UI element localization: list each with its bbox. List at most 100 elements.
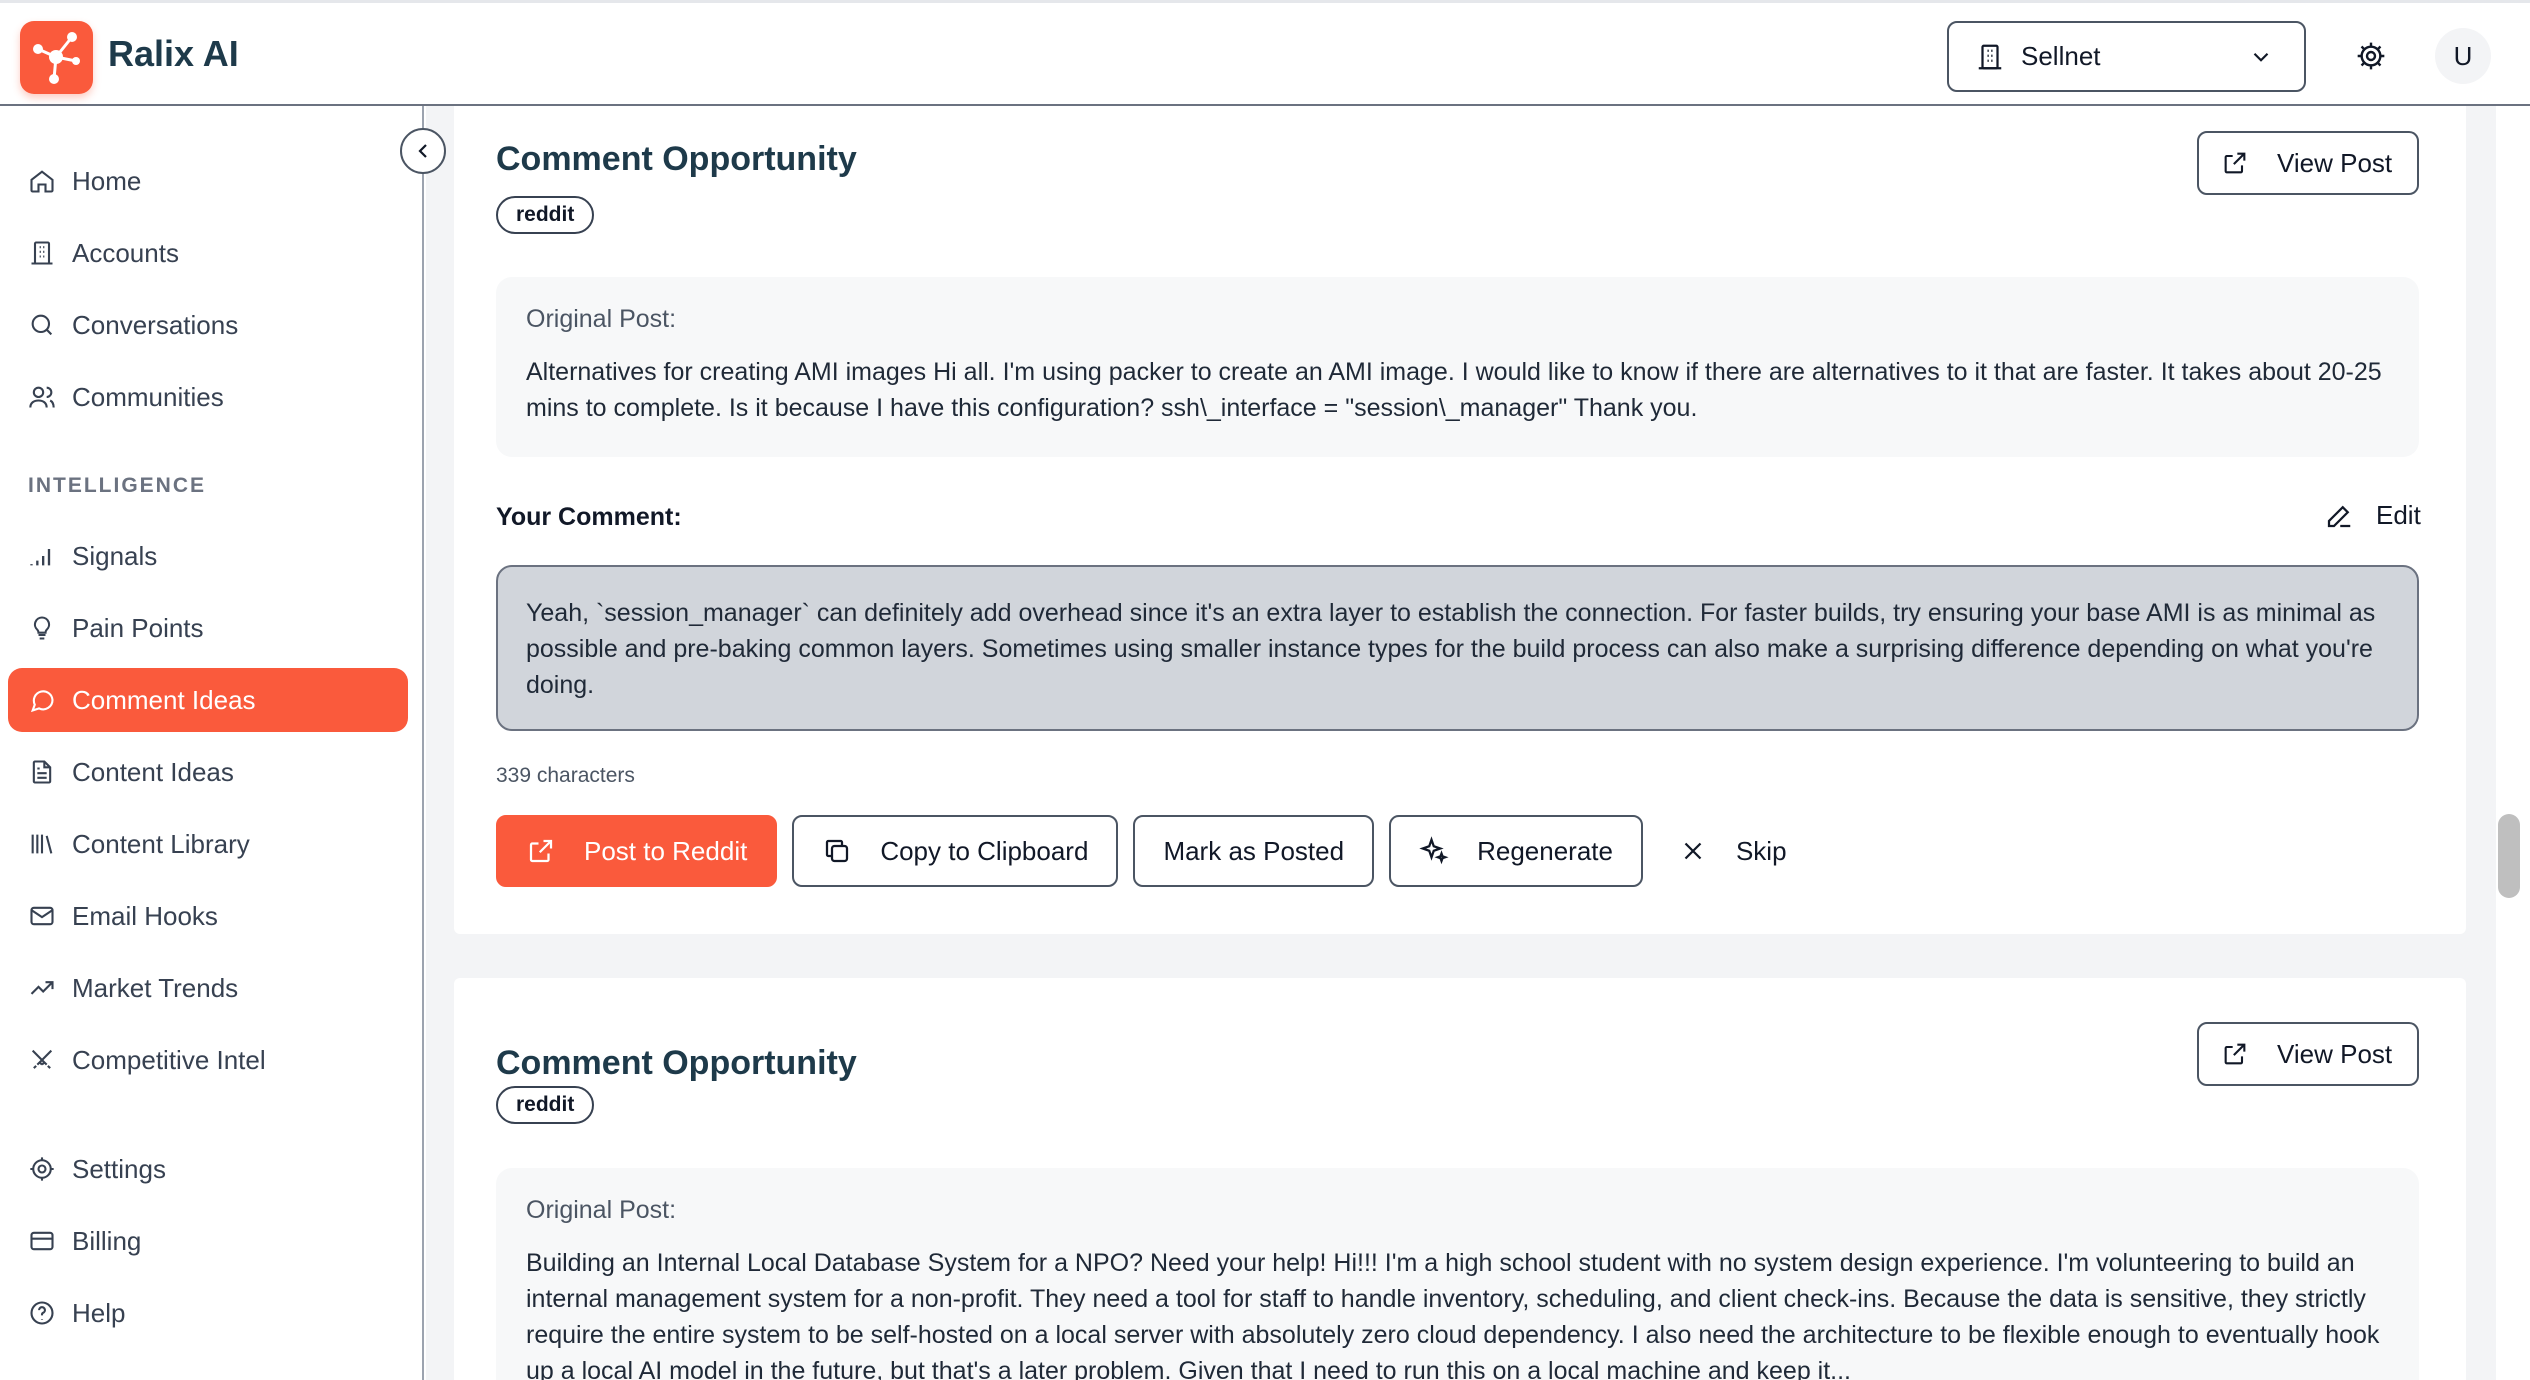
sidebar-item-label: Accounts bbox=[72, 237, 179, 268]
comment-opportunity-card: Comment Opportunity reddit View Post Ori… bbox=[454, 106, 2466, 934]
sidebar-item-label: Signals bbox=[72, 540, 158, 571]
edit-comment-button[interactable]: Edit bbox=[2324, 500, 2421, 531]
regenerate-label: Regenerate bbox=[1477, 835, 1613, 866]
original-post-box: Original Post: Building an Internal Loca… bbox=[496, 1168, 2419, 1380]
sidebar-item-signals[interactable]: Signals bbox=[8, 524, 408, 588]
scrollbar-track[interactable] bbox=[2496, 106, 2530, 1380]
file-text-icon bbox=[32, 760, 52, 784]
edit-label: Edit bbox=[2376, 500, 2421, 530]
card-title: Comment Opportunity bbox=[496, 1044, 857, 1082]
view-post-label: View Post bbox=[2277, 1038, 2393, 1069]
skip-label: Skip bbox=[1735, 835, 1787, 866]
credit-card-icon bbox=[30, 1231, 54, 1251]
post-to-reddit-label: Post to Reddit bbox=[584, 835, 748, 866]
lightbulb-icon bbox=[33, 616, 51, 640]
sidebar-item-communities[interactable]: Communities bbox=[8, 365, 408, 429]
sidebar-item-settings[interactable]: Settings bbox=[8, 1137, 408, 1201]
pencil-icon bbox=[2327, 505, 2351, 527]
external-link-icon bbox=[2224, 152, 2246, 174]
sidebar-item-conversations[interactable]: Conversations bbox=[8, 293, 408, 357]
comment-opportunity-card: Comment Opportunity reddit View Post Ori… bbox=[454, 978, 2466, 1380]
trending-up-icon bbox=[30, 981, 54, 995]
gear-icon bbox=[30, 1157, 54, 1181]
collapse-sidebar-button[interactable] bbox=[400, 128, 446, 174]
app-logo[interactable] bbox=[20, 21, 93, 94]
sidebar: Home Accounts Conversations Communities … bbox=[0, 106, 424, 1380]
sidebar-item-help[interactable]: Help bbox=[8, 1281, 408, 1345]
home-icon bbox=[30, 170, 54, 193]
app-root: Ralix AI Sellnet U Home Accounts Convers… bbox=[0, 0, 2530, 1380]
card-actions: Post to Reddit Copy to Clipboard Mark as… bbox=[496, 815, 1832, 887]
sidebar-item-pain-points[interactable]: Pain Points bbox=[8, 596, 408, 660]
users-icon bbox=[29, 386, 55, 408]
sidebar-item-comment-ideas[interactable]: Comment Ideas bbox=[8, 668, 408, 732]
chevron-left-icon bbox=[418, 144, 427, 158]
view-post-button[interactable]: View Post bbox=[2197, 1022, 2419, 1086]
sidebar-item-label: Market Trends bbox=[72, 972, 239, 1003]
main-content: Comment Opportunity reddit View Post Ori… bbox=[426, 106, 2496, 1380]
sidebar-item-label: Conversations bbox=[72, 309, 239, 340]
regenerate-button[interactable]: Regenerate bbox=[1389, 815, 1643, 887]
message-circle-icon bbox=[30, 690, 54, 713]
workspace-selector[interactable]: Sellnet bbox=[1947, 21, 2306, 92]
sidebar-item-competitive-intel[interactable]: Competitive Intel bbox=[8, 1028, 408, 1092]
sidebar-item-billing[interactable]: Billing bbox=[8, 1209, 408, 1273]
character-count: 339 characters bbox=[496, 764, 635, 787]
mark-as-posted-button[interactable]: Mark as Posted bbox=[1133, 815, 1375, 887]
chevron-down-icon bbox=[2253, 52, 2269, 62]
view-post-label: View Post bbox=[2277, 147, 2393, 178]
original-post-box: Original Post: Alternatives for creating… bbox=[496, 277, 2419, 457]
mark-as-posted-label: Mark as Posted bbox=[1163, 835, 1345, 866]
sidebar-item-home[interactable]: Home bbox=[8, 149, 408, 213]
platform-tag: reddit bbox=[496, 1086, 595, 1124]
sidebar-item-label: Billing bbox=[72, 1225, 142, 1256]
search-icon bbox=[31, 314, 53, 336]
close-icon bbox=[1684, 842, 1702, 860]
building-icon bbox=[1978, 44, 2002, 69]
original-post-text: Alternatives for creating AMI images Hi … bbox=[526, 358, 2382, 422]
app-name: Ralix AI bbox=[108, 33, 239, 74]
network-logo-icon bbox=[33, 32, 80, 84]
scrollbar-thumb[interactable] bbox=[2498, 814, 2520, 898]
mail-icon bbox=[30, 906, 54, 926]
sidebar-item-label: Pain Points bbox=[72, 612, 204, 643]
sparkles-icon bbox=[1419, 836, 1449, 865]
sidebar-item-label: Communities bbox=[72, 381, 224, 412]
sidebar-item-label: Help bbox=[72, 1297, 126, 1328]
library-icon bbox=[31, 834, 53, 854]
sidebar-item-label: Email Hooks bbox=[72, 900, 218, 931]
external-link-icon bbox=[529, 839, 553, 863]
original-post-label: Original Post: bbox=[526, 305, 677, 333]
copy-to-clipboard-label: Copy to Clipboard bbox=[880, 835, 1089, 866]
sidebar-item-accounts[interactable]: Accounts bbox=[8, 221, 408, 285]
external-link-icon bbox=[2224, 1043, 2246, 1065]
view-post-button[interactable]: View Post bbox=[2197, 131, 2419, 195]
sidebar-item-label: Comment Ideas bbox=[72, 684, 256, 715]
sidebar-item-market-trends[interactable]: Market Trends bbox=[8, 956, 408, 1020]
workspace-name: Sellnet bbox=[2021, 41, 2101, 71]
sidebar-item-label: Home bbox=[72, 165, 142, 196]
card-title: Comment Opportunity bbox=[496, 140, 857, 178]
sidebar-item-email-hooks[interactable]: Email Hooks bbox=[8, 884, 408, 948]
signal-bars-icon bbox=[30, 549, 51, 566]
settings-button[interactable] bbox=[2352, 37, 2390, 75]
sidebar-item-content-library[interactable]: Content Library bbox=[8, 812, 408, 876]
section-label-intelligence: INTELLIGENCE bbox=[28, 474, 207, 497]
building-icon bbox=[31, 241, 53, 265]
comment-text-box[interactable]: Yeah, `session_manager` can definitely a… bbox=[496, 565, 2419, 731]
user-avatar[interactable]: U bbox=[2435, 28, 2491, 84]
skip-button[interactable]: Skip bbox=[1658, 815, 1817, 887]
your-comment-label: Your Comment: bbox=[496, 503, 682, 531]
sidebar-item-label: Content Library bbox=[72, 828, 250, 859]
sidebar-item-content-ideas[interactable]: Content Ideas bbox=[8, 740, 408, 804]
original-post-label: Original Post: bbox=[526, 1196, 677, 1224]
platform-tag: reddit bbox=[496, 196, 595, 234]
copy-to-clipboard-button[interactable]: Copy to Clipboard bbox=[792, 815, 1119, 887]
original-post-text: Building an Internal Local Database Syst… bbox=[526, 1249, 2380, 1380]
sidebar-item-label: Competitive Intel bbox=[72, 1044, 266, 1075]
gear-icon bbox=[2357, 42, 2385, 70]
top-header: Ralix AI Sellnet U bbox=[0, 0, 2530, 106]
sidebar-item-label: Content Ideas bbox=[72, 756, 234, 787]
post-to-reddit-button[interactable]: Post to Reddit bbox=[496, 815, 778, 887]
swords-icon bbox=[31, 1049, 53, 1069]
